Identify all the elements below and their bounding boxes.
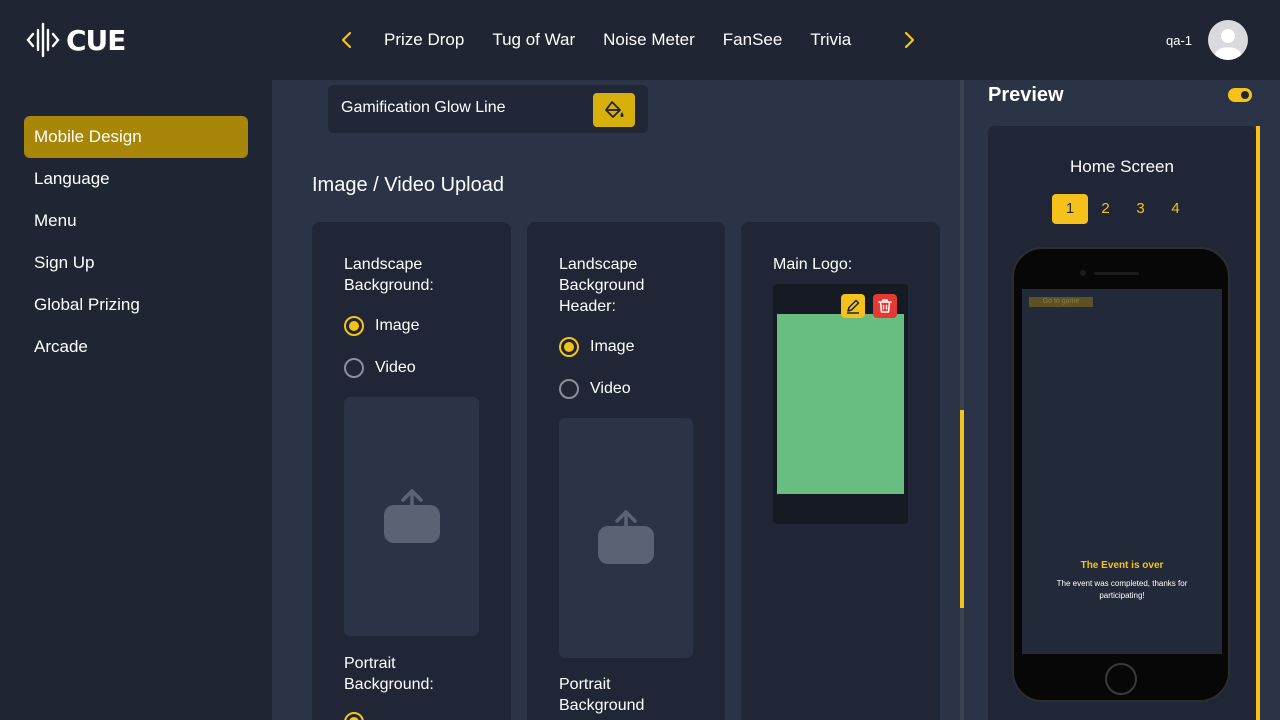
brand-name: CUE [66,23,126,57]
chevron-right-icon [904,31,915,49]
brand-logo[interactable]: CUE [24,20,126,60]
edit-logo-button[interactable] [841,294,865,318]
upload-icon [598,510,654,564]
sidebar-item-arcade[interactable]: Arcade [24,326,248,368]
glow-line-color-button[interactable] [593,93,635,127]
radio-indicator [559,379,579,399]
main-content: Gamification Glow Line Image / Video Upl… [272,80,960,720]
phone-speaker [1094,272,1139,275]
main-logo-card: Main Logo: [741,222,940,720]
preview-page-2[interactable]: 2 [1088,194,1123,224]
chevron-left-icon [341,31,352,49]
top-bar: CUE Prize Drop Tug of War Noise Meter FanSe… [0,0,1280,80]
phone-camera [1080,270,1086,276]
game-tab-noise-meter[interactable]: Noise Meter [603,26,695,54]
game-tab-tug-of-war[interactable]: Tug of War [492,26,575,54]
radio-label: Image [590,338,635,355]
game-tab-prize-drop[interactable]: Prize Drop [384,26,464,54]
game-tabs: Prize Drop Tug of War Noise Meter FanSee Tri… [370,26,886,56]
sidebar-item-menu[interactable]: Menu [24,200,248,242]
landscape-header-video-radio[interactable]: Video [559,379,631,399]
landscape-header-upload[interactable] [559,418,693,658]
portrait-header-label: Portrait Background [559,676,645,714]
sidebar-item-sign-up[interactable]: Sign Up [24,242,248,284]
main-logo-image [777,314,904,494]
pencil-icon [847,299,860,314]
radio-indicator [344,358,364,378]
sound-wave-logo-icon [26,22,60,58]
sidebar-item-language[interactable]: Language [24,158,248,200]
landscape-header-card: Landscape Background Header: Image Video… [527,222,725,720]
preview-page-1[interactable]: 1 [1052,194,1088,224]
main-logo-label: Main Logo: [773,256,853,273]
landscape-background-card: Landscape Background: Image Video Portra… [312,222,511,720]
upload-section-title: Image / Video Upload [312,174,504,196]
user-avatar[interactable] [1208,20,1248,60]
radio-selected-indicator [344,712,364,720]
preview-screen-title: Home Screen [1070,157,1174,176]
landscape-background-video-radio[interactable]: Video [344,358,416,378]
glow-line-label: Gamification Glow Line [341,99,506,116]
landscape-background-label: Landscape Background: [344,256,434,294]
portrait-background-image-radio[interactable] [344,712,364,720]
preview-page-4[interactable]: 4 [1158,194,1193,224]
preview-card: Home Screen 1 2 3 4 Go to game The Event… [988,126,1256,720]
landscape-header-image-radio[interactable]: Image [559,337,634,357]
main-logo-preview [773,284,908,524]
landscape-background-upload[interactable] [344,397,479,636]
paint-bucket-icon [605,101,624,118]
preview-toggle[interactable] [1228,88,1252,102]
phone-screen: Go to game The Event is over The event w… [1022,289,1222,654]
radio-selected-indicator [559,337,579,357]
landscape-header-label: Landscape Background Header: [559,256,645,315]
event-over-title: The Event is over [1080,560,1164,571]
trash-icon [878,299,892,313]
radio-label: Video [590,380,631,397]
landscape-background-image-radio[interactable]: Image [344,316,419,336]
radio-label: Video [375,359,416,376]
radio-label: Image [375,317,420,334]
preview-scrollbar[interactable] [1256,126,1260,720]
game-tab-fansee[interactable]: FanSee [723,26,783,54]
tabs-next-button[interactable] [897,28,921,52]
tabs-prev-button[interactable] [335,28,359,52]
sidebar-item-mobile-design[interactable]: Mobile Design [24,116,248,158]
portrait-background-label: Portrait Background: [344,655,434,693]
event-over-message: The event was completed, thanks for part… [1056,579,1188,600]
user-avatar-icon [1215,29,1241,60]
preview-title: Preview [988,84,1064,106]
phone-mockup: Go to game The Event is over The event w… [1012,247,1230,702]
preview-panel: Preview Home Screen 1 2 3 4 Go to game T… [964,80,1280,720]
delete-logo-button[interactable] [873,294,897,318]
glow-line-setting: Gamification Glow Line [328,85,648,133]
user-name: qa-1 [1166,33,1193,48]
sidebar-item-global-prizing[interactable]: Global Prizing [24,284,248,326]
preview-page-selector: 1 2 3 4 [1052,194,1193,224]
game-tab-trivia[interactable]: Trivia [810,26,851,54]
go-to-game-button[interactable]: Go to game [1029,297,1093,307]
radio-selected-indicator [344,316,364,336]
upload-icon [383,488,440,543]
sidebar: Mobile Design Language Menu Sign Up Glob… [0,80,272,720]
preview-page-3[interactable]: 3 [1123,194,1158,224]
phone-home-button [1105,663,1137,695]
